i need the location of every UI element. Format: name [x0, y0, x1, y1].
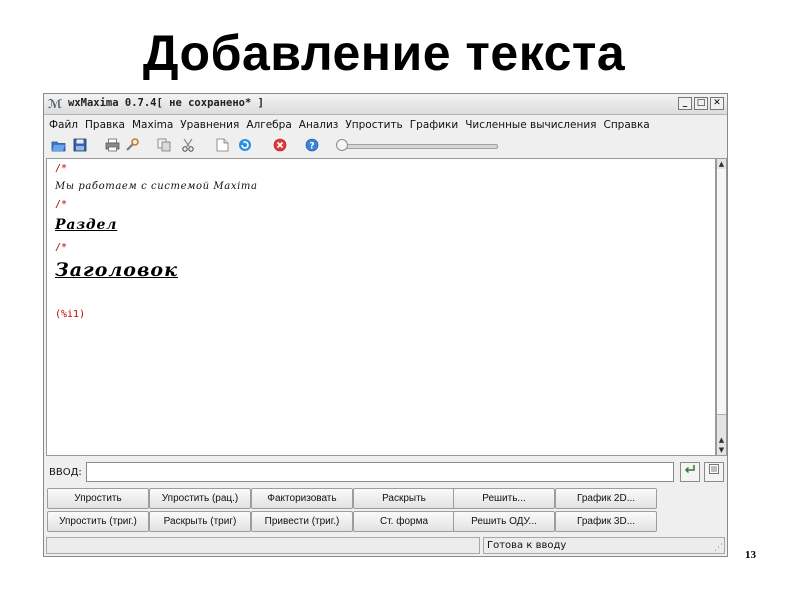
select-all-icon[interactable] [214, 138, 230, 152]
wxmaxima-app-icon[interactable]: ℳ [48, 97, 62, 111]
enter-icon[interactable] [680, 462, 700, 482]
window-title: wxMaxima 0.7.4[ не сохранено* ] [68, 97, 264, 109]
help-icon[interactable]: ? [304, 138, 320, 152]
scroll-up-arrow-icon[interactable]: ▲ [717, 159, 726, 169]
open-icon[interactable] [50, 138, 66, 152]
rectform-button[interactable]: Ст. форма [353, 511, 455, 532]
page-number: 13 [745, 549, 756, 561]
simplify-trig-button[interactable]: Упростить (триг.) [47, 511, 149, 532]
toolbar: ? [44, 135, 727, 155]
status-text: Готова к вводу [483, 537, 725, 554]
title-cell[interactable]: Заголовок [55, 259, 178, 281]
save-icon[interactable] [72, 138, 88, 152]
input-prompt-label[interactable]: (%i1) [55, 309, 85, 320]
scrollbar-thumb[interactable] [717, 169, 726, 415]
expand-button[interactable]: Раскрыть [353, 488, 455, 509]
menu-calculus[interactable]: Анализ [298, 118, 340, 132]
comment-marker: /* [55, 163, 68, 174]
menu-edit[interactable]: Правка [84, 118, 126, 132]
plot-3d-button[interactable]: График 3D... [555, 511, 657, 532]
slide-title: Добавление текста [142, 25, 626, 81]
wxmaxima-window: ℳ wxMaxima 0.7.4[ не сохранено* ] _ □ ✕ … [43, 93, 728, 557]
configure-icon[interactable] [124, 138, 140, 152]
animation-slider-track[interactable] [340, 144, 498, 149]
history-icon[interactable] [704, 462, 724, 482]
menu-algebra[interactable]: Алгебра [245, 118, 292, 132]
menu-bar: Файл Правка Maxima Уравнения Алгебра Ана… [44, 115, 727, 134]
solve-ode-button[interactable]: Решить ОДУ... [453, 511, 555, 532]
close-button[interactable]: ✕ [710, 97, 724, 110]
menu-file[interactable]: Файл [48, 118, 79, 132]
worksheet[interactable]: /* Мы работаем с системой Maxima /* Разд… [46, 158, 716, 456]
vertical-scrollbar[interactable]: ▲ ▲ ▼ [716, 158, 727, 456]
menu-equations[interactable]: Уравнения [179, 118, 240, 132]
scroll-down-arrow-icon[interactable]: ▼ [717, 445, 726, 455]
simplify-button[interactable]: Упростить [47, 488, 149, 509]
plot-2d-button[interactable]: График 2D... [555, 488, 657, 509]
menu-simplify[interactable]: Упростить [344, 118, 403, 132]
print-icon[interactable] [104, 138, 120, 152]
simplify-rational-button[interactable]: Упростить (рац.) [149, 488, 251, 509]
status-bar: Готова к вводу ⋰ [46, 537, 725, 555]
copy-icon[interactable] [156, 138, 172, 152]
input-label: ВВОД: [49, 467, 82, 478]
title-bar[interactable]: ℳ wxMaxima 0.7.4[ не сохранено* ] _ □ ✕ [44, 94, 727, 115]
animation-slider-handle[interactable] [336, 139, 348, 151]
factor-button[interactable]: Факторизовать [251, 488, 353, 509]
menu-plotting[interactable]: Графики [409, 118, 459, 132]
cut-icon[interactable] [180, 138, 196, 152]
comment-marker: /* [55, 242, 68, 253]
text-cell[interactable]: Мы работаем с системой Maxima [55, 181, 258, 192]
stop-icon[interactable] [272, 138, 288, 152]
status-left [46, 537, 480, 554]
solve-button[interactable]: Решить... [453, 488, 555, 509]
maximize-button[interactable]: □ [694, 97, 708, 110]
interrupt-icon[interactable] [237, 138, 253, 152]
expand-trig-button[interactable]: Раскрыть (триг) [149, 511, 251, 532]
menu-numeric[interactable]: Численные вычисления [464, 118, 597, 132]
resize-grip-icon[interactable]: ⋰ [714, 543, 723, 553]
svg-text:?: ? [309, 142, 314, 152]
minimize-button[interactable]: _ [678, 97, 692, 110]
scroll-up-arrow-icon[interactable]: ▲ [717, 435, 726, 445]
menu-help[interactable]: Справка [602, 118, 650, 132]
command-input[interactable] [86, 462, 674, 482]
section-cell[interactable]: Раздел [55, 217, 117, 233]
comment-marker: /* [55, 199, 68, 210]
reduce-trig-button[interactable]: Привести (триг.) [251, 511, 353, 532]
menu-maxima[interactable]: Maxima [131, 118, 174, 132]
